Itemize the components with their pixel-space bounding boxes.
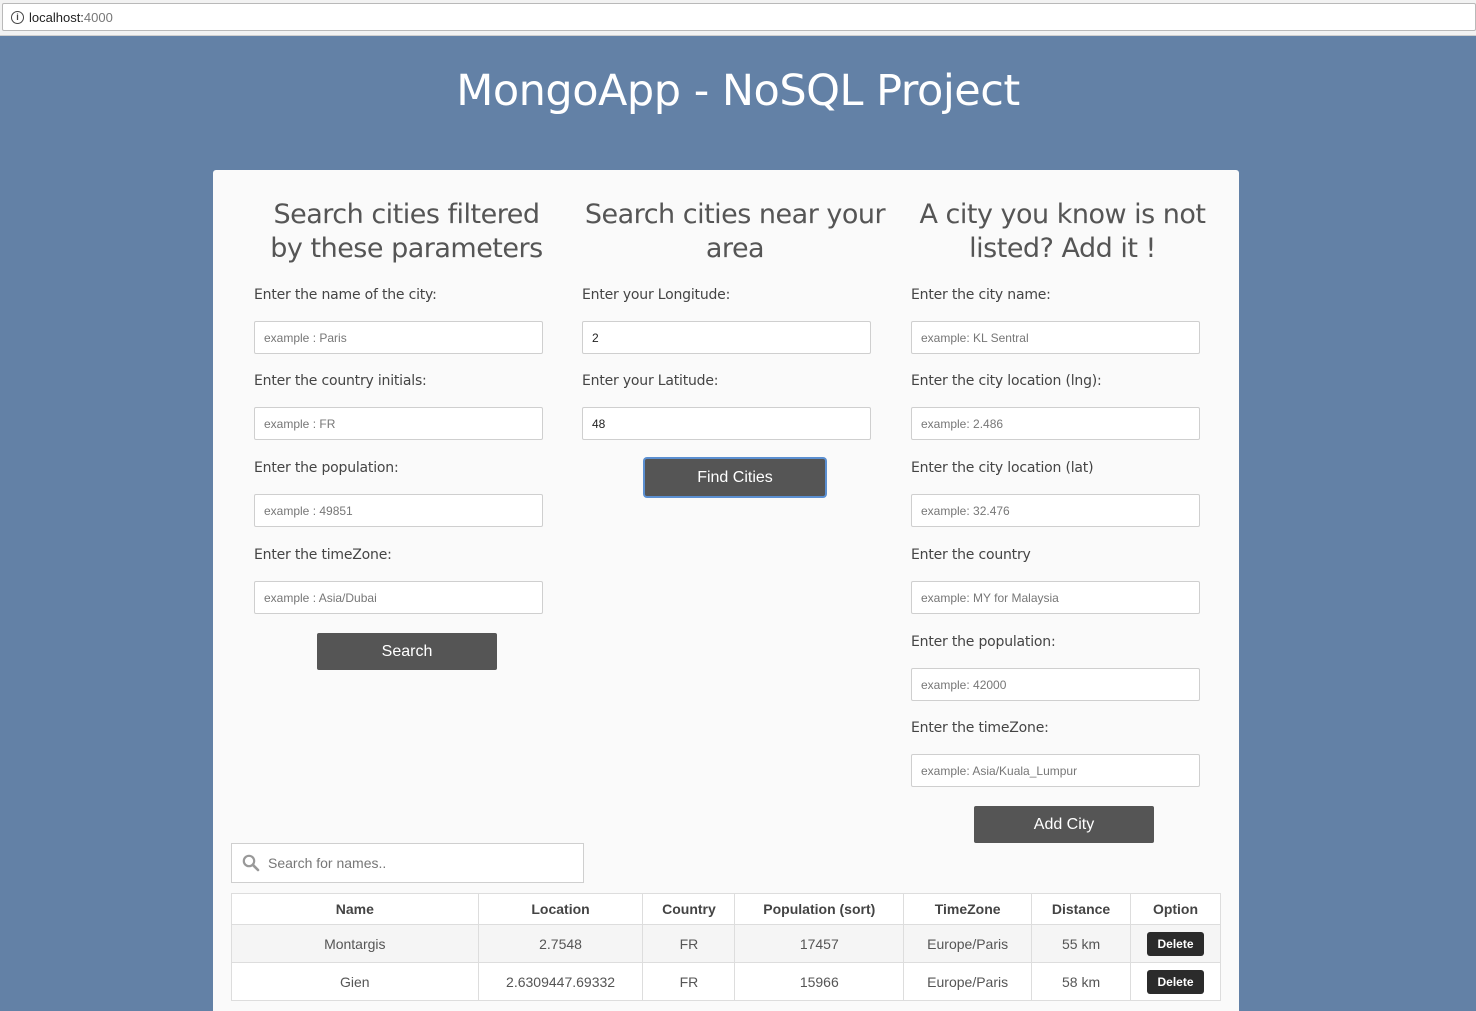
add-city-lng-input[interactable]	[911, 407, 1200, 440]
table-row: Gien 2.6309447.69332 FR 15966 Europe/Par…	[231, 962, 1221, 1001]
header-distance[interactable]: Distance	[1031, 893, 1131, 925]
url-port: 4000	[83, 10, 113, 25]
app-title: MongoApp - NoSQL Project	[456, 66, 1020, 116]
cell-country: FR	[642, 962, 736, 1001]
cell-option: Delete	[1130, 962, 1221, 1001]
cell-name: Montargis	[231, 924, 479, 963]
add-country-input[interactable]	[911, 581, 1200, 614]
latitude-label: Enter your Latitude:	[582, 373, 719, 389]
add-city-button[interactable]: Add City	[974, 806, 1154, 843]
cell-distance: 55 km	[1031, 924, 1131, 963]
url-text: localhost:4000	[29, 10, 113, 25]
add-population-label: Enter the population:	[911, 634, 1056, 650]
header-country[interactable]: Country	[642, 893, 736, 925]
cell-option: Delete	[1130, 924, 1221, 963]
header-option: Option	[1130, 893, 1221, 925]
cell-population: 15966	[734, 962, 905, 1001]
filter-title-line1: Search cities filtered	[273, 199, 540, 230]
cell-country: FR	[642, 924, 736, 963]
search-button[interactable]: Search	[317, 633, 497, 670]
country-initials-input[interactable]	[254, 407, 543, 440]
city-name-label: Enter the name of the city:	[254, 287, 437, 303]
add-city-name-label: Enter the city name:	[911, 287, 1051, 303]
header-timezone[interactable]: TimeZone	[903, 893, 1033, 925]
header-population-sort[interactable]: Population (sort)	[734, 893, 905, 925]
latitude-input[interactable]	[582, 407, 871, 440]
browser-bar: i localhost:4000	[0, 0, 1476, 36]
filter-section-title: Search cities filtered by these paramete…	[254, 198, 559, 266]
add-city-lat-input[interactable]	[911, 494, 1200, 527]
cities-table: Name Location Country Population (sort) …	[231, 893, 1221, 1001]
add-city-lng-label: Enter the city location (lng):	[911, 373, 1102, 389]
table-row: Montargis 2.7548 FR 17457 Europe/Paris 5…	[231, 924, 1221, 963]
cell-timezone: Europe/Paris	[903, 962, 1033, 1001]
url-host: localhost:	[29, 10, 84, 25]
table-search-box[interactable]	[231, 843, 584, 883]
search-icon	[242, 854, 260, 872]
longitude-input[interactable]	[582, 321, 871, 354]
delete-button[interactable]: Delete	[1147, 969, 1204, 994]
add-section-title: A city you know is not listed? Add it !	[905, 198, 1220, 266]
add-city-name-input[interactable]	[911, 321, 1200, 354]
main-panel: Search cities filtered by these paramete…	[213, 170, 1239, 1011]
population-label: Enter the population:	[254, 460, 399, 476]
near-title-line2: area	[705, 233, 765, 264]
header-name[interactable]: Name	[231, 893, 479, 925]
country-initials-label: Enter the country initials:	[254, 373, 427, 389]
population-input[interactable]	[254, 494, 543, 527]
cell-population: 17457	[734, 924, 905, 963]
longitude-label: Enter your Longitude:	[582, 287, 731, 303]
city-name-input[interactable]	[254, 321, 543, 354]
add-title-line2: listed? Add it !	[969, 233, 1156, 264]
add-title-line1: A city you know is not	[919, 199, 1206, 230]
delete-button[interactable]: Delete	[1147, 931, 1204, 956]
cell-timezone: Europe/Paris	[903, 924, 1033, 963]
add-timezone-label: Enter the timeZone:	[911, 720, 1049, 736]
add-timezone-input[interactable]	[911, 754, 1200, 787]
cell-distance: 58 km	[1031, 962, 1131, 1001]
cell-location: 2.6309447.69332	[477, 962, 644, 1001]
address-bar[interactable]: i localhost:4000	[2, 3, 1476, 31]
table-header-row: Name Location Country Population (sort) …	[231, 893, 1221, 925]
table-search-input[interactable]	[268, 844, 578, 882]
add-population-input[interactable]	[911, 668, 1200, 701]
info-icon[interactable]: i	[11, 11, 24, 24]
cell-location: 2.7548	[477, 924, 644, 963]
add-country-label: Enter the country	[911, 547, 1031, 563]
add-city-lat-label: Enter the city location (lat)	[911, 460, 1094, 476]
cell-name: Gien	[231, 962, 479, 1001]
header-location[interactable]: Location	[477, 893, 644, 925]
filter-title-line2: by these parameters	[270, 233, 543, 264]
timezone-input[interactable]	[254, 581, 543, 614]
timezone-label: Enter the timeZone:	[254, 547, 392, 563]
find-cities-button[interactable]: Find Cities	[645, 459, 825, 496]
near-title-line1: Search cities near your	[584, 199, 886, 230]
near-section-title: Search cities near your area	[575, 198, 895, 266]
